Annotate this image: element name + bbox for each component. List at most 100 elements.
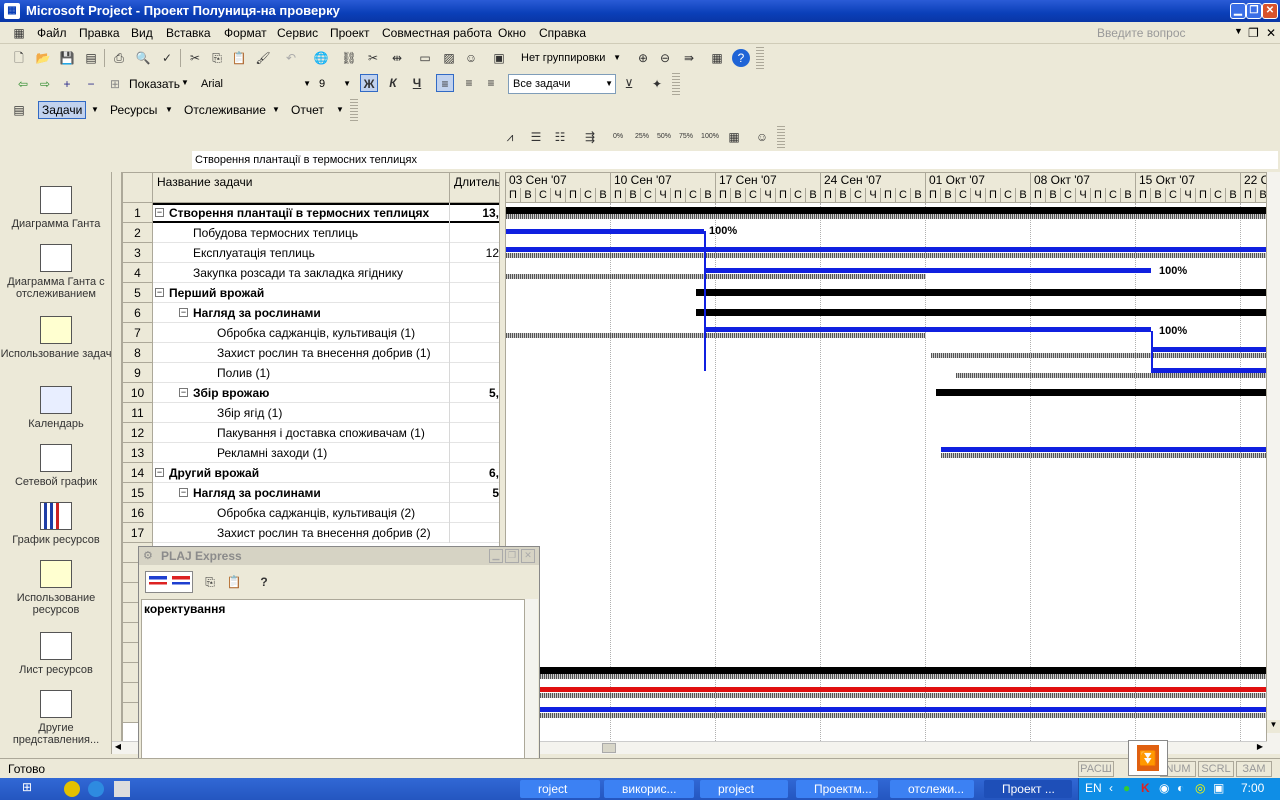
outdent-icon[interactable]: ⇦ [14, 75, 32, 93]
task-bar[interactable] [941, 447, 1266, 452]
task-duration[interactable] [451, 283, 499, 303]
desktop-icon[interactable] [114, 781, 130, 797]
row-number[interactable]: 8 [123, 343, 153, 363]
project-statistics-icon[interactable]: ⩘ [501, 128, 519, 146]
save-icon[interactable]: 💾 [58, 49, 76, 67]
table-row[interactable]: 12 Пакування і доставка споживачам (1) [123, 423, 499, 443]
copy-picture-icon[interactable]: ▦ [708, 49, 726, 67]
task-name[interactable]: Побудова термосних теплиць [193, 223, 358, 243]
table-row[interactable]: 7 Обробка саджанців, культивація (1) [123, 323, 499, 343]
critical-bar[interactable] [506, 687, 1266, 692]
add-progress-line-icon[interactable]: ⇶ [581, 128, 599, 146]
task-duration[interactable] [451, 323, 499, 343]
row-number[interactable]: 10 [123, 383, 153, 403]
scroll-thumb[interactable] [602, 743, 616, 753]
task-name[interactable]: Полив (1) [217, 363, 270, 383]
collapse-icon[interactable]: − [155, 288, 164, 297]
table-row[interactable]: 14− Другий врожай 6, [123, 463, 499, 483]
workgroup-icon[interactable]: ☺ [753, 128, 771, 146]
show-dropdown-icon[interactable]: ▼ [181, 78, 189, 87]
menu-view[interactable]: Вид [131, 26, 153, 40]
row-number[interactable]: 4 [123, 263, 153, 283]
task-duration[interactable]: 5 [451, 483, 499, 503]
collapse-icon[interactable]: − [179, 308, 188, 317]
menu-project[interactable]: Проект [330, 26, 370, 40]
task-bar[interactable] [704, 268, 1151, 273]
hide-subtasks-icon[interactable]: − [82, 75, 100, 93]
collapse-icon[interactable]: − [155, 208, 164, 217]
task-duration[interactable] [451, 523, 499, 543]
view-gantt[interactable]: Диаграмма Ганта [0, 186, 112, 230]
font-size-select[interactable]: 9 ▼ [314, 74, 354, 94]
row-number[interactable]: 6 [123, 303, 153, 323]
taskbar-item-5[interactable]: отслежи... [890, 780, 974, 798]
scroll-left-icon[interactable]: ◀ [112, 742, 124, 754]
taskbar-item-3[interactable]: project [700, 780, 788, 798]
baseline-bar[interactable] [506, 253, 1266, 258]
plaj-minimize-icon[interactable]: ▁ [489, 549, 503, 563]
task-name[interactable]: Перший врожай [169, 283, 264, 303]
tray-display-icon[interactable]: ▣ [1213, 781, 1224, 795]
task-name[interactable]: Збір врожаю [193, 383, 269, 403]
row-number[interactable]: 17 [123, 523, 153, 543]
bold-button[interactable]: Ж [360, 74, 378, 92]
zoom-out-icon[interactable]: ⊖ [656, 49, 674, 67]
toolbar2-grip[interactable] [672, 73, 680, 95]
task-name[interactable]: Рекламні заходи (1) [217, 443, 327, 463]
guide-icon[interactable]: ▤ [10, 101, 28, 119]
menu-collab[interactable]: Совместная работа [382, 26, 492, 40]
menu-file[interactable]: Файл [37, 26, 67, 40]
hyperlink-globe-icon[interactable]: 🌐 [312, 49, 330, 67]
copy-icon[interactable]: ⎘ [208, 49, 226, 67]
plaj-maximize-icon[interactable]: ❐ [505, 549, 519, 563]
filter-select[interactable]: Все задачи ▼ [508, 74, 616, 94]
baseline-bar[interactable] [506, 693, 1266, 698]
menu-service[interactable]: Сервис [277, 26, 318, 40]
align-left-icon[interactable]: ≡ [436, 74, 454, 92]
row-number[interactable]: 14 [123, 463, 153, 483]
menu-insert[interactable]: Вставка [166, 26, 211, 40]
task-duration[interactable] [451, 443, 499, 463]
baseline-bar[interactable] [506, 214, 1266, 219]
plaj-copy-icon[interactable]: ⎘ [201, 573, 219, 591]
pct-75-button[interactable]: 75% [677, 128, 695, 146]
task-info-icon[interactable]: ▭ [416, 49, 434, 67]
report-button[interactable]: Отчет [291, 103, 324, 117]
summary-bar[interactable] [696, 289, 1266, 296]
baseline-bar[interactable] [956, 373, 1266, 378]
plaj-paste-icon[interactable]: 📋 [225, 573, 243, 591]
maximize-icon[interactable]: ❐ [1246, 3, 1262, 19]
task-duration[interactable] [451, 423, 499, 443]
split-task-icon[interactable]: ⇹ [388, 49, 406, 67]
splitter[interactable] [112, 172, 122, 754]
open-icon[interactable]: 📂 [34, 49, 52, 67]
collapse-icon[interactable]: − [179, 488, 188, 497]
tasks-dropdown-icon[interactable]: ▼ [91, 105, 99, 114]
task-name[interactable]: Нагляд за рослинами [193, 483, 321, 503]
taskbar-item-2[interactable]: викорис... [604, 780, 694, 798]
tray-antivirus-icon[interactable]: K [1141, 781, 1150, 795]
summary-bar[interactable] [506, 667, 1266, 674]
italic-button[interactable]: К [384, 74, 402, 92]
table-row[interactable]: 16 Обробка саджанців, культивація (2) [123, 503, 499, 523]
tray-volume-icon[interactable]: ◐ [1177, 781, 1184, 795]
entry-field[interactable]: Створення плантації в термосних теплицях [192, 151, 1278, 169]
row-number[interactable]: 5 [123, 283, 153, 303]
align-right-icon[interactable]: ≡ [482, 74, 500, 92]
view-resource-sheet[interactable]: Лист ресурсов [0, 632, 112, 676]
table-row[interactable]: 11 Збір ягід (1) [123, 403, 499, 423]
help-icon[interactable]: ? [732, 49, 750, 67]
view-task-usage[interactable]: Использование задач [0, 316, 112, 360]
print-preview-icon[interactable]: 🔍 [134, 49, 152, 67]
grouping-select[interactable]: Нет группировки ▼ [516, 48, 624, 68]
task-name[interactable]: Захист рослин та внесення добрив (1) [217, 343, 431, 363]
view-more[interactable]: Другие представления... [0, 690, 112, 746]
format-painter-icon[interactable]: 🖌 [254, 49, 272, 67]
gantt-wizard-icon[interactable]: ✦ [648, 75, 666, 93]
tray-arrow-icon[interactable]: ‹ [1109, 781, 1113, 795]
summary-bar[interactable] [936, 389, 1266, 396]
view-tracking-gantt[interactable]: Диаграмма Ганта с отслеживанием [0, 244, 112, 300]
menu-format[interactable]: Формат [224, 26, 267, 40]
baseline-bar[interactable] [506, 333, 926, 338]
print-icon[interactable]: ⎙ [110, 49, 128, 67]
